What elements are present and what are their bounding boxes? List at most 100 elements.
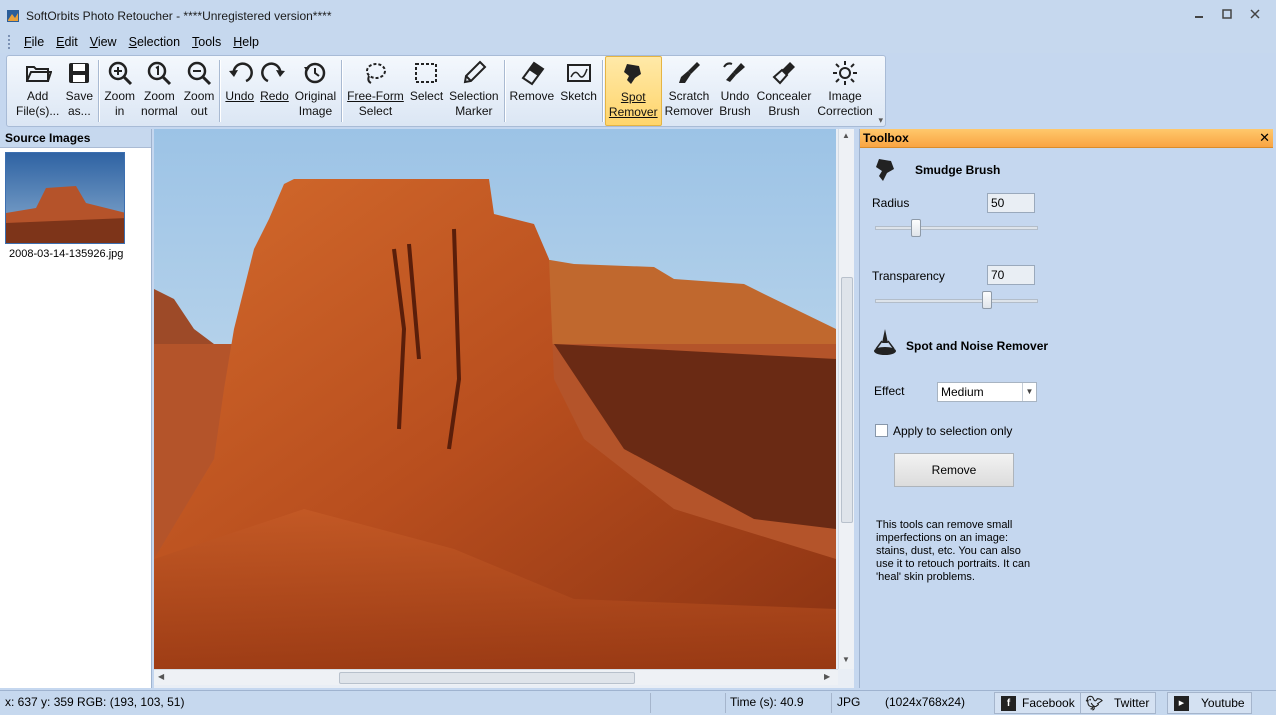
youtube-button[interactable]: ▶ Youtube [1167, 692, 1252, 714]
menu-tools[interactable]: Tools [186, 35, 227, 49]
status-separator [725, 693, 726, 713]
youtube-icon: ▶ [1174, 695, 1189, 711]
spot-brush-icon [624, 64, 642, 84]
smudge-brush-title: Smudge Brush [915, 163, 1001, 177]
lasso-icon [366, 63, 387, 84]
zoom-normal-button[interactable]: Zoom normal [138, 56, 181, 126]
toolbox-panel: Toolbox ✕ Smudge Brush Radius 50 Transpa… [859, 129, 1273, 688]
window-title: SoftOrbits Photo Retoucher - ****Unregis… [26, 8, 332, 23]
zoom-normal-icon [148, 61, 172, 86]
close-window-button[interactable] [1246, 6, 1264, 22]
undo-button[interactable]: Undo [222, 56, 257, 126]
redo-button[interactable]: Redo [257, 56, 292, 126]
menu-file[interactable]: File [18, 35, 50, 49]
zoom-in-icon [108, 61, 132, 86]
radius-label: Radius [872, 196, 910, 210]
zoom-in-button[interactable]: Zoom in [101, 56, 138, 126]
radius-slider-thumb[interactable] [911, 219, 921, 237]
image-canvas-area: ▲ ▼ ◀ ▶ [154, 129, 854, 688]
toolbar-separator [503, 60, 505, 122]
status-separator [650, 693, 651, 713]
scroll-up-arrow-icon[interactable]: ▲ [842, 131, 850, 140]
app-logo-icon [7, 9, 19, 22]
apply-to-selection-checkbox[interactable] [875, 424, 888, 437]
status-separator [831, 693, 832, 713]
free-form-select-button[interactable]: Free-Form Select [344, 56, 407, 126]
menu-help[interactable]: Help [227, 35, 265, 49]
facebook-button[interactable]: f Facebook [994, 692, 1082, 714]
add-files-button[interactable]: Add File(s)... [13, 56, 62, 126]
zoom-out-button[interactable]: Zoom out [181, 56, 218, 126]
select-button[interactable]: Select [407, 56, 446, 126]
scratch-brush-icon [678, 62, 700, 83]
minimize-icon [1195, 16, 1203, 18]
radius-slider-track[interactable] [875, 226, 1038, 230]
scroll-right-arrow-icon[interactable]: ▶ [824, 672, 830, 681]
image-thumbnail[interactable] [5, 152, 125, 244]
original-image-button[interactable]: Original Image [292, 56, 339, 126]
spot-noise-remover-icon [874, 329, 896, 355]
apply-to-selection-label: Apply to selection only [893, 424, 1013, 438]
save-as-button[interactable]: Save as... [62, 56, 96, 126]
selection-marker-button[interactable]: Selection Marker [446, 56, 501, 126]
undo-brush-button[interactable]: Undo Brush [716, 56, 753, 126]
toolbar-separator [601, 60, 603, 122]
menu-edit[interactable]: Edit [50, 35, 84, 49]
concealer-brush-button[interactable]: Concealer Brush [754, 56, 815, 126]
transparency-input[interactable]: 70 [987, 265, 1035, 285]
radius-input[interactable]: 50 [987, 193, 1035, 213]
source-images-panel: Source Images 2008-03-14-135926.jpg [0, 129, 152, 688]
toolbar-separator [219, 60, 221, 122]
sketch-icon [566, 64, 591, 82]
scroll-down-arrow-icon[interactable]: ▼ [842, 655, 850, 664]
thumbnail-filename: 2008-03-14-135926.jpg [9, 248, 124, 260]
twitter-button[interactable]: 🐦︎ Twitter [1080, 692, 1157, 714]
toolbar-separator [341, 60, 343, 122]
main-toolbar: Add File(s)... Save as... Zoom in Zoom norma… [6, 55, 886, 127]
image-correction-button[interactable]: Image Correction [814, 56, 875, 126]
concealer-brush-icon [772, 62, 795, 85]
transparency-slider-thumb[interactable] [982, 291, 992, 309]
chevron-down-icon: ▼ [1022, 383, 1036, 401]
transparency-slider-track[interactable] [875, 299, 1038, 303]
eraser-icon [521, 61, 545, 86]
horizontal-scrollbar[interactable]: ◀ ▶ [154, 669, 838, 685]
sun-icon [833, 61, 858, 85]
vertical-scroll-thumb[interactable] [841, 277, 853, 523]
effect-select[interactable]: Medium ▼ [937, 382, 1037, 402]
scroll-left-arrow-icon[interactable]: ◀ [158, 672, 164, 681]
marker-pen-icon [463, 60, 487, 84]
image-canvas[interactable] [154, 129, 836, 669]
photo-image [154, 129, 836, 669]
remove-button[interactable]: Remove [507, 56, 558, 126]
tool-description: This tools can remove small imperfection… [876, 519, 1031, 583]
toolbox-header: Toolbox ✕ [860, 129, 1273, 148]
menu-view[interactable]: View [84, 35, 123, 49]
close-toolbox-icon[interactable]: ✕ [1259, 130, 1270, 146]
minimize-button[interactable] [1190, 6, 1208, 22]
menu-grip [8, 35, 12, 49]
menu-selection[interactable]: Selection [123, 35, 186, 49]
status-format: JPG [837, 695, 861, 709]
floppy-disk-icon [69, 63, 90, 83]
effect-select-value: Medium [941, 385, 984, 399]
toolbar-overflow-button[interactable]: ▾ [878, 115, 883, 126]
vertical-scrollbar[interactable]: ▲ ▼ [838, 129, 854, 669]
toolbar-separator [98, 60, 100, 122]
transparency-label: Transparency [872, 269, 945, 283]
twitter-label: Twitter [1114, 696, 1150, 710]
close-icon [1250, 9, 1260, 19]
menu-bar: File Edit View Selection Tools Help [0, 31, 1276, 53]
maximize-button[interactable] [1218, 6, 1236, 22]
scratch-remover-button[interactable]: Scratch Remover [662, 56, 717, 126]
horizontal-scroll-thumb[interactable] [339, 672, 635, 684]
history-clock-icon [304, 62, 326, 84]
status-coords: x: 637 y: 359 RGB: (193, 103, 51) [5, 695, 185, 709]
twitter-bird-icon: 🐦︎ [1085, 694, 1104, 711]
remove-spots-button[interactable]: Remove [894, 453, 1014, 487]
toolbox-title: Toolbox [863, 131, 909, 145]
spot-noise-remover-title: Spot and Noise Remover [906, 339, 1049, 353]
facebook-label: Facebook [1022, 696, 1075, 710]
sketch-button[interactable]: Sketch [557, 56, 600, 126]
spot-remover-button[interactable]: Spot Remover [604, 56, 662, 126]
